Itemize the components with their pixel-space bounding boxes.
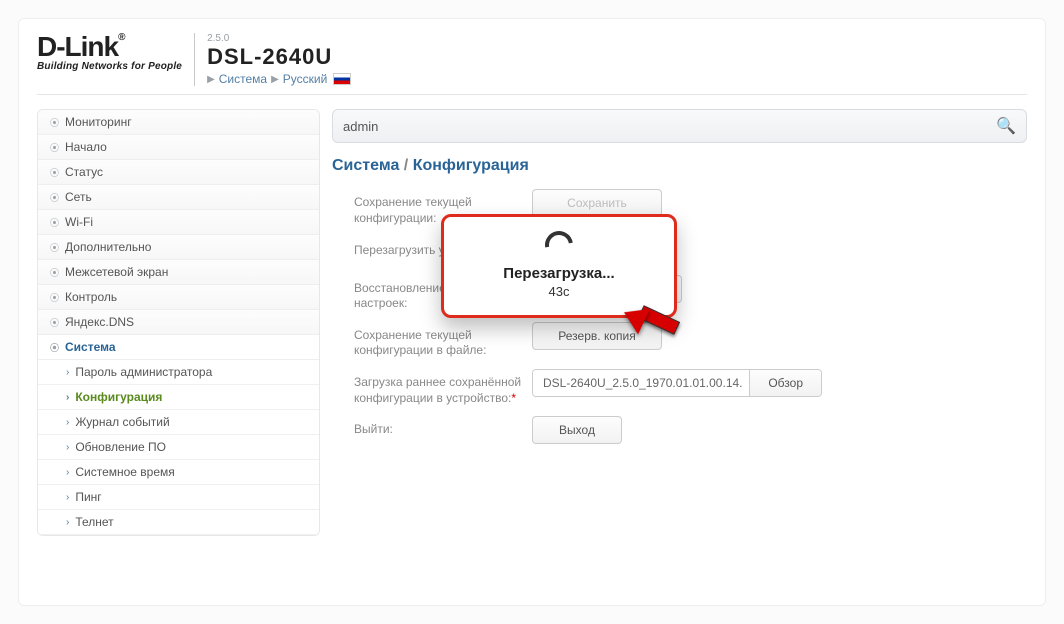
sidebar-item-label: Телнет bbox=[75, 515, 113, 529]
search-bar[interactable]: admin 🔍 bbox=[332, 109, 1027, 143]
bullet-icon: ⦿ bbox=[50, 141, 59, 154]
sidebar-item-advanced[interactable]: ⦿ Дополнительно bbox=[38, 235, 319, 260]
bullet-icon: ⦿ bbox=[50, 316, 59, 329]
sidebar-item-label: Межсетевой экран bbox=[65, 265, 168, 279]
file-input[interactable]: DSL-2640U_2.5.0_1970.01.01.00.14. Обзор bbox=[532, 369, 822, 397]
chevron-right-icon: › bbox=[66, 517, 69, 528]
spinner-icon bbox=[540, 226, 579, 265]
sidebar-item-label: Начало bbox=[65, 140, 107, 154]
crumb-system[interactable]: Система bbox=[219, 72, 267, 86]
sidebar-item-monitoring[interactable]: ⦿ Мониторинг bbox=[38, 110, 319, 135]
file-name-text: DSL-2640U_2.5.0_1970.01.01.00.14. bbox=[533, 370, 750, 396]
chevron-right-icon: › bbox=[66, 392, 69, 403]
crumb-language[interactable]: Русский bbox=[283, 72, 328, 86]
backup-button[interactable]: Резерв. копия bbox=[532, 322, 662, 350]
bullet-icon: ⦿ bbox=[50, 166, 59, 179]
chevron-right-icon: › bbox=[66, 492, 69, 503]
modal-title: Перезагрузка... bbox=[454, 265, 664, 282]
sidebar-item-label: Системное время bbox=[75, 465, 174, 479]
sidebar: ⦿ Мониторинг ⦿ Начало ⦿ Статус ⦿ Сеть ⦿ Wi-Fi… bbox=[37, 109, 320, 536]
sidebar-item-label: Пинг bbox=[75, 490, 101, 504]
sidebar-item-system[interactable]: ⦿ Система bbox=[38, 335, 319, 360]
search-icon[interactable]: 🔍 bbox=[996, 116, 1016, 136]
chevron-right-icon: › bbox=[66, 442, 69, 453]
sidebar-item-yandexdns[interactable]: ⦿ Яндекс.DNS bbox=[38, 310, 319, 335]
sidebar-item-label: Дополнительно bbox=[65, 240, 151, 254]
sidebar-item-label: Wi-Fi bbox=[65, 215, 93, 229]
browse-button[interactable]: Обзор bbox=[750, 370, 821, 396]
sidebar-item-label: Журнал событий bbox=[75, 415, 169, 429]
reboot-modal: Перезагрузка... 43с bbox=[441, 214, 677, 318]
sidebar-item-label: Мониторинг bbox=[65, 115, 132, 129]
sidebar-subitem-adminpassword[interactable]: › Пароль администратора bbox=[38, 360, 319, 385]
flag-russia-icon[interactable] bbox=[333, 73, 351, 85]
sidebar-item-label: Статус bbox=[65, 165, 103, 179]
sidebar-item-start[interactable]: ⦿ Начало bbox=[38, 135, 319, 160]
sidebar-subitem-configuration[interactable]: › Конфигурация bbox=[38, 385, 319, 410]
exit-label: Выйти: bbox=[354, 416, 532, 438]
bullet-icon: ⦿ bbox=[50, 216, 59, 229]
sidebar-item-label: Система bbox=[65, 340, 116, 354]
backup-label: Сохранение текущей конфигурации в файле: bbox=[354, 322, 532, 359]
exit-button[interactable]: Выход bbox=[532, 416, 622, 444]
sidebar-subitem-ping[interactable]: › Пинг bbox=[38, 485, 319, 510]
upload-label: Загрузка раннее сохранённой конфигурации… bbox=[354, 369, 532, 406]
sidebar-item-control[interactable]: ⦿ Контроль bbox=[38, 285, 319, 310]
bullet-icon: ⦿ bbox=[50, 191, 59, 204]
modal-countdown: 43с bbox=[454, 284, 664, 299]
header: D-Link® Building Networks for People 2.5… bbox=[37, 33, 1027, 95]
sidebar-item-label: Обновление ПО bbox=[75, 440, 166, 454]
bullet-icon: ⦿ bbox=[50, 291, 59, 304]
chevron-right-icon: › bbox=[66, 367, 69, 378]
sidebar-item-label: Конфигурация bbox=[75, 390, 162, 404]
sidebar-item-label: Контроль bbox=[65, 290, 117, 304]
sidebar-item-label: Яндекс.DNS bbox=[65, 315, 134, 329]
sidebar-item-label: Сеть bbox=[65, 190, 92, 204]
chevron-right-icon: › bbox=[66, 417, 69, 428]
search-input[interactable]: admin bbox=[343, 119, 996, 134]
bullet-icon: ⦿ bbox=[50, 266, 59, 279]
main-panel: admin 🔍 Система / Конфигурация Сохранени… bbox=[332, 109, 1027, 536]
sidebar-item-status[interactable]: ⦿ Статус bbox=[38, 160, 319, 185]
bullet-icon: ⦿ bbox=[50, 241, 59, 254]
sidebar-subitem-systemtime[interactable]: › Системное время bbox=[38, 460, 319, 485]
sidebar-subitem-firmware[interactable]: › Обновление ПО bbox=[38, 435, 319, 460]
version-text: 2.5.0 bbox=[207, 33, 351, 44]
bullet-icon: ⦿ bbox=[50, 116, 59, 129]
page-title: Система / Конфигурация bbox=[332, 157, 1027, 175]
sidebar-item-firewall[interactable]: ⦿ Межсетевой экран bbox=[38, 260, 319, 285]
header-crumbs: ▶ Система ▶ Русский bbox=[207, 72, 351, 86]
chevron-right-icon: ▶ bbox=[207, 74, 215, 85]
sidebar-subitem-eventlog[interactable]: › Журнал событий bbox=[38, 410, 319, 435]
chevron-right-icon: ▶ bbox=[271, 74, 279, 85]
sidebar-subitem-telnet[interactable]: › Телнет bbox=[38, 510, 319, 535]
model-text: DSL-2640U bbox=[207, 44, 351, 70]
bullet-icon: ⦿ bbox=[50, 341, 59, 354]
brand-logo: D-Link® Building Networks for People bbox=[37, 33, 182, 72]
sidebar-item-wifi[interactable]: ⦿ Wi-Fi bbox=[38, 210, 319, 235]
brand-tagline: Building Networks for People bbox=[37, 61, 182, 72]
chevron-right-icon: › bbox=[66, 467, 69, 478]
sidebar-item-label: Пароль администратора bbox=[75, 365, 212, 379]
brand-name: D-Link® bbox=[37, 33, 182, 61]
header-info: 2.5.0 DSL-2640U ▶ Система ▶ Русский bbox=[194, 33, 351, 86]
sidebar-item-network[interactable]: ⦿ Сеть bbox=[38, 185, 319, 210]
